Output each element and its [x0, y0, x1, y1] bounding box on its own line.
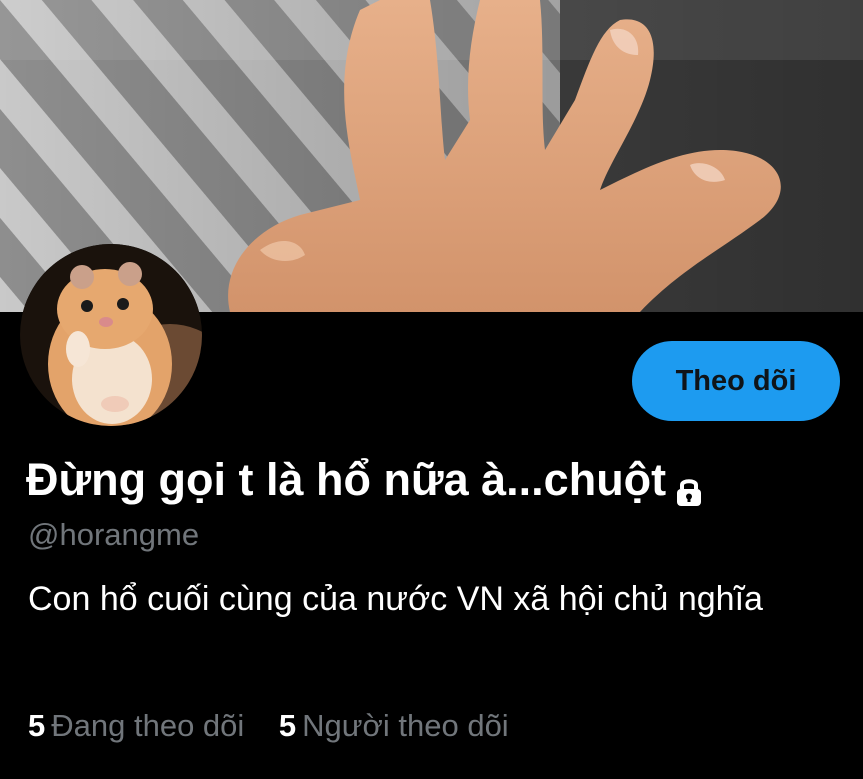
- followers-stat[interactable]: 5 Người theo dõi: [279, 705, 509, 747]
- profile-handle: @horangme: [28, 517, 200, 552]
- follow-button[interactable]: Theo dõi: [632, 341, 840, 421]
- following-stat[interactable]: 5 Đang theo dõi: [28, 705, 244, 747]
- profile-bio: Con hổ cuối cùng của nước VN xã hội chủ …: [28, 580, 763, 618]
- display-name: Đừng gọi t là hổ nữa à...chuột: [26, 454, 667, 505]
- hamster-avatar-image: [20, 244, 202, 426]
- following-count: 5: [28, 708, 46, 743]
- followers-count: 5: [278, 708, 297, 743]
- profile-stats: 5 Đang theo dõi 5 Người theo dõi: [28, 705, 535, 747]
- following-label: Đang theo dõi: [51, 708, 245, 743]
- profile-avatar[interactable]: [20, 244, 202, 426]
- lock-icon: [672, 463, 706, 506]
- display-name-row: Đừng gọi t là hổ nữa à...chuột: [26, 450, 706, 510]
- followers-label: Người theo dõi: [302, 708, 509, 743]
